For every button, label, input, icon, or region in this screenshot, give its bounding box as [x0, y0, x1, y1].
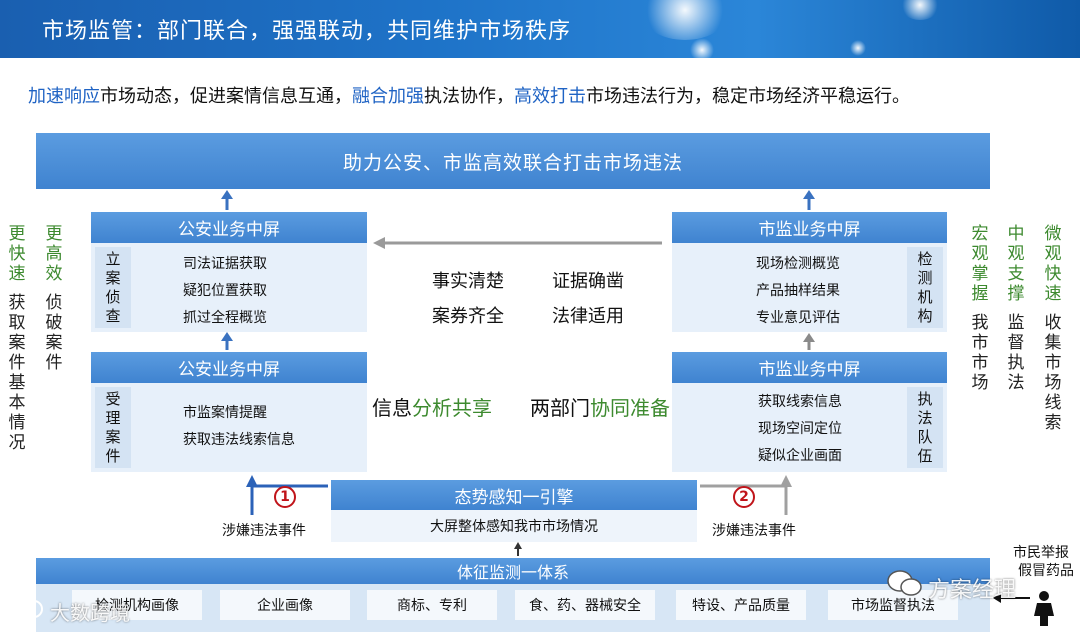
category-enterprise: 企业画像 — [220, 590, 350, 620]
citizen-report-line-1: 市民举报 — [1013, 545, 1069, 561]
police-panel-case: 公安业务中屏 受理案件 市监案情提醒 获取违法线索信息 — [91, 352, 367, 472]
list-item: 现场空间定位 — [758, 421, 842, 437]
watermark-left-logo — [9, 600, 43, 618]
right-col-3-bottom: 收集市场线索 — [1044, 313, 1062, 433]
list-item: 抓过全程概览 — [183, 310, 267, 326]
right-col-1-bottom: 我市市场 — [971, 313, 989, 393]
category-special-equipment: 特设、产品质量 — [676, 590, 806, 620]
police-panel-investigation-head: 公安业务中屏 — [91, 212, 367, 243]
list-item: 获取线索信息 — [758, 394, 842, 410]
right-col-1-top: 宏观掌握 — [971, 224, 989, 304]
flow-number-1: 1 — [274, 486, 296, 508]
subtitle: 加速响应市场动态，促进案情信息互通，融合加强执法协作，高效打击市场违法行为，稳定… — [28, 82, 910, 108]
right-col-2-bottom: 监督执法 — [1007, 313, 1025, 393]
left-col-2-top: 更高效 — [45, 224, 63, 284]
situation-engine-head: 态势感知一引擎 — [331, 480, 697, 510]
citizen-report-line-2: 假冒药品 — [1018, 563, 1074, 579]
list-item: 疑犯位置获取 — [183, 283, 267, 299]
center-text-evidence: 证据确凿 — [552, 271, 624, 292]
category-food-drug: 食、药、器械安全 — [515, 590, 655, 620]
list-item: 产品抽样结果 — [756, 283, 840, 299]
subtitle-text-1: 市场动态，促进案情信息互通， — [100, 86, 352, 107]
center-text-law: 法律适用 — [552, 306, 624, 327]
left-col-2-bottom: 侦破案件 — [45, 293, 63, 373]
situation-engine-sub: 大屏整体感知我市市场情况 — [430, 519, 598, 535]
watermark-left: 大数跨境 — [50, 601, 130, 625]
center-text-coordination: 两部门协同准备 — [530, 396, 670, 420]
wechat-icon — [887, 570, 922, 596]
left-col-1-bottom: 获取案件基本情况 — [8, 293, 26, 453]
market-panel-enforcement: 市监业务中屏 获取线索信息 现场空间定位 疑似企业画面 执法队伍 — [672, 352, 947, 472]
citizen-icon — [1034, 591, 1054, 626]
goal-banner: 助力公安、市监高效联合打击市场违法 — [36, 133, 990, 189]
left-col-1-top: 更快速 — [8, 224, 26, 284]
police-tag-investigation: 立案侦查 — [95, 247, 131, 328]
title-bar: 市场监管：部门联合，强强联动，共同维护市场秩序 — [0, 0, 1080, 58]
police-panel-case-head: 公安业务中屏 — [91, 352, 367, 383]
list-item: 市监案情提醒 — [183, 405, 267, 421]
list-item: 疑似企业画面 — [758, 448, 842, 464]
market-testing-list: 现场检测概览 产品抽样结果 专业意见评估 — [756, 251, 840, 332]
market-panel-enforcement-head: 市监业务中屏 — [672, 352, 947, 383]
market-panel-testing-head: 市监业务中屏 — [672, 212, 947, 243]
market-panel-testing: 市监业务中屏 现场检测概览 产品抽样结果 专业意见评估 检测机构 — [672, 212, 947, 332]
flow-label-left: 涉嫌违法事件 — [222, 523, 306, 539]
subtitle-text-2: 执法协作， — [424, 86, 514, 107]
center-text-info-share: 信息分析共享 — [372, 396, 492, 420]
situation-engine: 态势感知一引擎 大屏整体感知我市市场情况 — [331, 480, 697, 542]
page-title: 市场监管：部门联合，强强联动，共同维护市场秩序 — [42, 19, 572, 44]
list-item: 现场检测概览 — [756, 256, 840, 272]
subtitle-highlight-1: 加速响应 — [28, 86, 100, 107]
list-item: 专业意见评估 — [756, 310, 840, 326]
monitoring-system: 体征监测一体系 检测机构画像 企业画像 商标、专利 食、药、器械安全 特设、产品… — [36, 558, 990, 632]
subtitle-highlight-3: 高效打击 — [514, 86, 586, 107]
watermark-right: 方案经理 — [928, 578, 1017, 603]
market-enforcement-list: 获取线索信息 现场空间定位 疑似企业画面 — [758, 389, 842, 470]
police-case-list: 市监案情提醒 获取违法线索信息 — [183, 400, 295, 454]
police-tag-case: 受理案件 — [95, 387, 131, 468]
flow-label-right: 涉嫌违法事件 — [712, 523, 796, 539]
center-text-files: 案券齐全 — [432, 306, 504, 327]
police-investigation-list: 司法证据获取 疑犯位置获取 抓过全程概览 — [183, 251, 267, 332]
list-item: 司法证据获取 — [183, 256, 267, 272]
subtitle-highlight-2: 融合加强 — [352, 86, 424, 107]
market-tag-testing: 检测机构 — [907, 247, 943, 328]
right-col-3-top: 微观快速 — [1044, 224, 1062, 304]
police-panel-investigation: 公安业务中屏 立案侦查 司法证据获取 疑犯位置获取 抓过全程概览 — [91, 212, 367, 332]
center-text-facts: 事实清楚 — [432, 271, 504, 292]
flow-number-2: 2 — [733, 486, 755, 508]
category-trademark: 商标、专利 — [367, 590, 497, 620]
monitoring-system-head: 体征监测一体系 — [36, 558, 990, 584]
list-item: 获取违法线索信息 — [183, 432, 295, 448]
market-tag-enforcement: 执法队伍 — [907, 387, 943, 468]
subtitle-text-3: 市场违法行为，稳定市场经济平稳运行。 — [586, 86, 910, 107]
right-col-2-top: 中观支撑 — [1007, 224, 1025, 304]
